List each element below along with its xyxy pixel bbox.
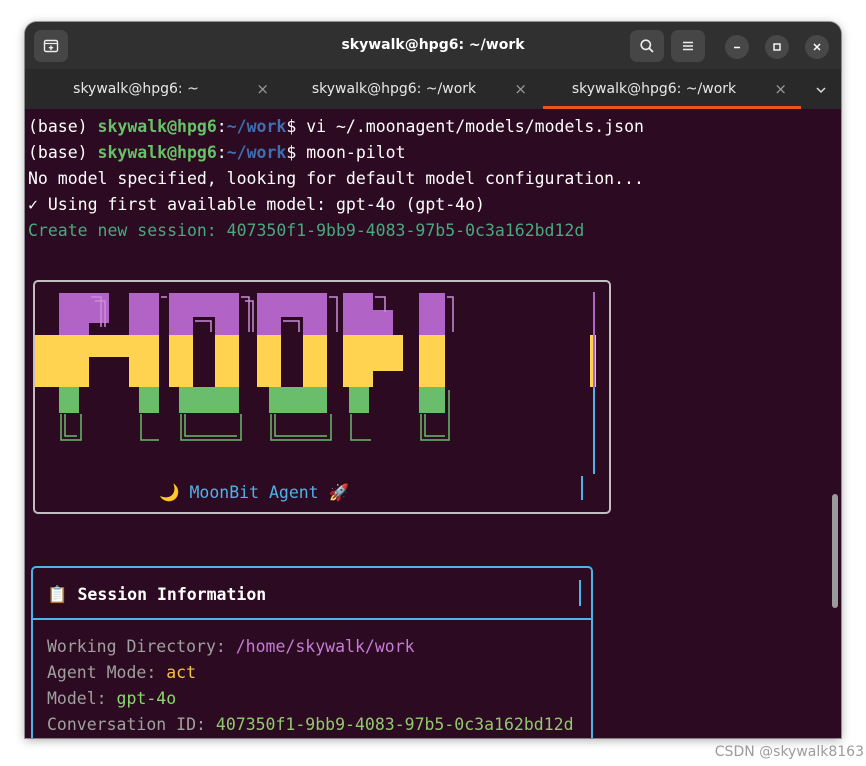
tab-home[interactable]: skywalk@hpg6: ~ × xyxy=(25,69,283,109)
terminal-scrollbar[interactable] xyxy=(832,494,838,608)
prompt-dollar: $ xyxy=(286,117,307,136)
agent-mode-row: Agent Mode: act xyxy=(47,660,196,686)
row-key: Agent Mode: xyxy=(47,663,167,682)
prompt-user: skywalk@hpg6 xyxy=(97,143,217,162)
titlebar: skywalk@hpg6: ~/work xyxy=(25,22,841,69)
search-icon xyxy=(640,39,654,53)
prompt-colon: : xyxy=(216,117,227,136)
output-line: ✓ Using first available model: gpt-4o (g… xyxy=(28,195,485,214)
tab-close-icon[interactable]: × xyxy=(514,69,527,109)
close-window-button[interactable] xyxy=(805,35,829,59)
prompt-path: ~/work xyxy=(226,117,287,136)
terminal-content[interactable]: (base) skywalk@hpg6:~/work$ vi ~/.moonag… xyxy=(25,109,841,738)
session-header-edge xyxy=(579,580,581,606)
prompt-path: ~/work xyxy=(226,143,287,162)
conda-env: (base) xyxy=(28,117,98,136)
moon-ascii-art xyxy=(35,293,596,441)
tab-close-icon[interactable]: × xyxy=(774,69,787,109)
close-icon xyxy=(813,43,821,51)
tab-label: skywalk@hpg6: ~ xyxy=(73,81,199,97)
row-value: act xyxy=(166,663,197,682)
row-value: gpt-4o xyxy=(116,689,177,708)
search-button[interactable] xyxy=(630,30,664,62)
model-row: Model: gpt-4o xyxy=(47,686,176,712)
command-text: moon-pilot xyxy=(306,143,406,162)
tab-list-dropdown[interactable] xyxy=(815,69,827,109)
row-value: 407350f1-9bb9-4083-97b5-0c3a162bd12d xyxy=(215,715,574,734)
working-directory-row: Working Directory: /home/skywalk/work xyxy=(47,634,415,660)
session-info-panel: 📋 Session Information Working Directory:… xyxy=(31,566,593,738)
window-title: skywalk@hpg6: ~/work xyxy=(341,37,525,53)
prompt-line: (base) skywalk@hpg6:~/work$ vi ~/.moonag… xyxy=(28,114,644,140)
banner-right-edge-purple xyxy=(593,292,595,388)
prompt-line: (base) skywalk@hpg6:~/work$ moon-pilot xyxy=(28,140,406,166)
hamburger-menu-icon xyxy=(683,41,693,51)
command-text: vi ~/.moonagent/models/models.json xyxy=(306,117,644,136)
tab-close-icon[interactable]: × xyxy=(256,69,269,109)
terminal-window: skywalk@hpg6: ~/work skywalk@hpg6: ~ × s… xyxy=(25,22,841,738)
row-key: Model: xyxy=(47,689,117,708)
row-key: Conversation ID: xyxy=(47,715,216,734)
conversation-id-row: Conversation ID: 407350f1-9bb9-4083-97b5… xyxy=(47,712,574,738)
maximize-icon xyxy=(773,43,781,51)
moonbit-agent-label: 🌙 MoonBit Agent 🚀 xyxy=(159,483,350,502)
menu-button[interactable] xyxy=(671,30,705,62)
tab-label: skywalk@hpg6: ~/work xyxy=(311,81,477,97)
row-value: /home/skywalk/work xyxy=(235,637,415,656)
minimize-icon xyxy=(734,46,740,49)
tab-bar: skywalk@hpg6: ~ × skywalk@hpg6: ~/work ×… xyxy=(25,69,841,109)
conda-env: (base) xyxy=(28,143,98,162)
prompt-user: skywalk@hpg6 xyxy=(97,117,217,136)
tab-work-1[interactable]: skywalk@hpg6: ~/work × xyxy=(283,69,541,109)
session-divider xyxy=(33,618,591,620)
prompt-dollar: $ xyxy=(286,143,307,162)
tab-work-2-active[interactable]: skywalk@hpg6: ~/work × xyxy=(543,69,801,109)
session-info-title: 📋 Session Information xyxy=(47,585,267,604)
session-created-line: Create new session: 407350f1-9bb9-4083-9… xyxy=(28,221,585,240)
prompt-colon: : xyxy=(216,143,227,162)
moon-banner-box: 🌙 MoonBit Agent 🚀 xyxy=(33,280,611,514)
minimize-button[interactable] xyxy=(725,35,749,59)
output-line: No model specified, looking for default … xyxy=(28,169,644,188)
tab-label: skywalk@hpg6: ~/work xyxy=(571,81,737,97)
banner-cursor-bar xyxy=(581,476,583,500)
chevron-down-icon xyxy=(816,86,826,93)
row-key: Working Directory: xyxy=(47,637,236,656)
banner-right-edge-blue xyxy=(593,388,595,474)
csdn-watermark: CSDN @skywalk8163 xyxy=(714,744,864,760)
maximize-button[interactable] xyxy=(765,35,789,59)
